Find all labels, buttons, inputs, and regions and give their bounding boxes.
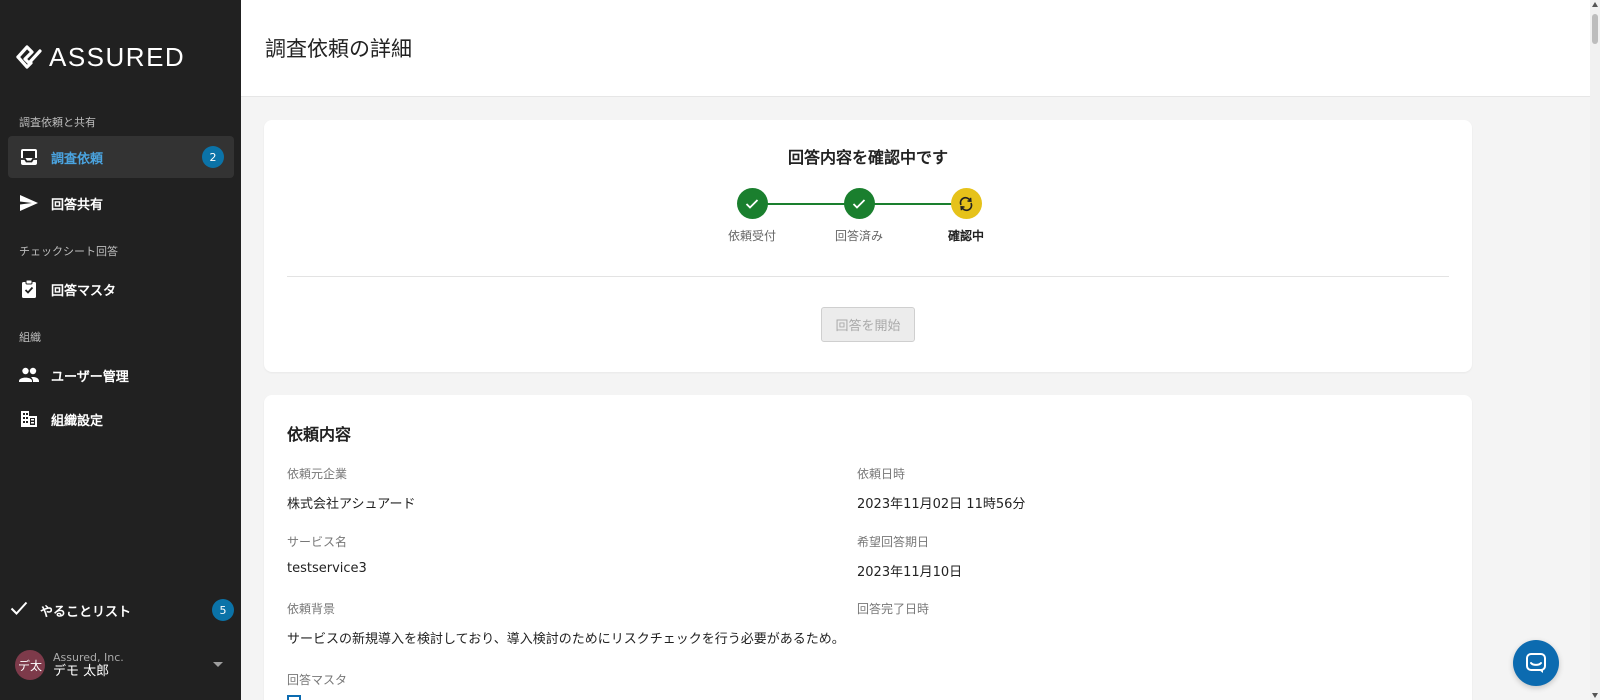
requests-count-badge: 2 [202,146,224,168]
field-label: 回答マスタ [287,673,348,687]
sidebar-item-label: 組織設定 [51,413,104,429]
progress-stepper: 依頼受付 回答済み 確認中 [728,188,994,248]
document-icon[interactable] [287,695,303,700]
sidebar-item-answer-share[interactable]: 回答共有 [8,182,234,224]
field-label: 依頼元企業 [287,467,348,481]
caret-down-icon [213,662,223,667]
step-received: 依頼受付 [717,188,787,244]
building-icon [18,408,40,430]
field-due-date: 希望回答期日 2023年11月10日 [857,533,962,580]
sidebar-item-label: 回答マスタ [51,283,117,299]
field-completed-at: 回答完了日時 [857,600,929,628]
field-value: 株式会社アシュアード [287,497,416,512]
field-value: 2023年11月10日 [857,565,963,580]
brand-name: ASSURED [49,41,186,72]
sidebar-item-label: ユーザー管理 [51,369,129,385]
step-reviewing: 確認中 [931,188,1001,244]
chat-support-button[interactable] [1513,640,1559,686]
people-icon [18,364,40,386]
clipboard-check-icon [18,278,40,300]
scroll-up-icon[interactable] [1592,2,1598,7]
status-title: 回答内容を確認中です [787,148,948,167]
field-label: 依頼背景 [287,602,336,616]
user-name: デモ 太郎 [53,663,110,679]
step-label: 依頼受付 [727,229,776,243]
field-label: 依頼日時 [857,467,906,481]
top-bar: 調査依頼の詳細 [241,0,1600,97]
field-background: 依頼背景 サービスの新規導入を検討しており、導入検討のためにリスクチェックを行う… [287,600,845,647]
check-icon [10,600,28,620]
field-value: testservice3 [287,561,367,576]
brand-logo[interactable]: ASSURED [15,40,185,74]
sidebar-item-label: 回答共有 [51,197,104,213]
field-label: 希望回答期日 [857,535,930,549]
inbox-icon [18,146,40,168]
field-label: 回答完了日時 [857,602,930,616]
field-requester: 依頼元企業 株式会社アシュアード [287,465,415,512]
app-root: ASSURED 調査依頼と共有 調査依頼 2 回答共有 チェックシート回答 回答… [0,0,1600,700]
step-label: 回答済み [834,229,883,243]
user-info: Assured, Inc. デモ 太郎 [53,651,124,680]
sidebar-item-org-settings[interactable]: 組織設定 [8,398,234,440]
sidebar-item-user-management[interactable]: ユーザー管理 [8,354,234,396]
field-requested-at: 依頼日時 2023年11月02日 11時56分 [857,465,1025,512]
step-answered: 回答済み [824,188,894,244]
scroll-down-icon[interactable] [1592,693,1598,698]
sidebar-item-requests[interactable]: 調査依頼 2 [8,136,234,178]
sync-icon [950,188,982,219]
field-answer-master: 回答マスタ [287,671,347,688]
field-label: サービス名 [287,535,348,549]
section-label-requests: 調査依頼と共有 [19,116,96,129]
section-title: 依頼内容 [287,425,352,444]
assured-logo-icon [16,45,42,69]
main-content: 調査依頼の詳細 回答内容を確認中です 依頼受付 回答済み 確認中 回答を開始 依… [241,0,1600,700]
status-card: 回答内容を確認中です 依頼受付 回答済み 確認中 回答を開始 [264,120,1472,372]
vertical-scrollbar[interactable] [1590,0,1600,700]
field-value: 2023年11月02日 11時56分 [857,497,1026,512]
request-detail-card: 依頼内容 依頼元企業 株式会社アシュアード 依頼日時 2023年11月02日 1… [264,395,1472,700]
step-label: 確認中 [947,229,984,243]
chat-icon [1526,653,1546,673]
todo-list-link[interactable]: やることリスト 5 [10,598,234,622]
sidebar-item-label: 調査依頼 [51,151,104,167]
page-title: 調査依頼の詳細 [265,37,412,61]
sidebar: ASSURED 調査依頼と共有 調査依頼 2 回答共有 チェックシート回答 回答… [0,0,241,700]
section-label-organization: 組織 [19,331,41,344]
todo-label: やることリスト [40,604,132,620]
check-circle-icon [843,188,875,219]
avatar: デ太 [15,650,45,680]
divider [287,276,1449,277]
todo-count-badge: 5 [212,599,234,621]
send-icon [18,192,40,214]
user-org: Assured, Inc. [53,650,124,664]
start-answer-button[interactable]: 回答を開始 [821,307,915,342]
check-circle-icon [736,188,768,219]
field-service-name: サービス名 testservice3 [287,533,367,576]
field-value: サービスの新規導入を検討しており、導入検討のためにリスクチェックを行う必要がある… [287,632,845,647]
scroll-thumb[interactable] [1592,14,1598,44]
user-menu[interactable]: デ太 Assured, Inc. デモ 太郎 [15,648,225,682]
section-label-checksheet: チェックシート回答 [19,245,118,258]
sidebar-item-answer-master[interactable]: 回答マスタ [8,268,234,310]
